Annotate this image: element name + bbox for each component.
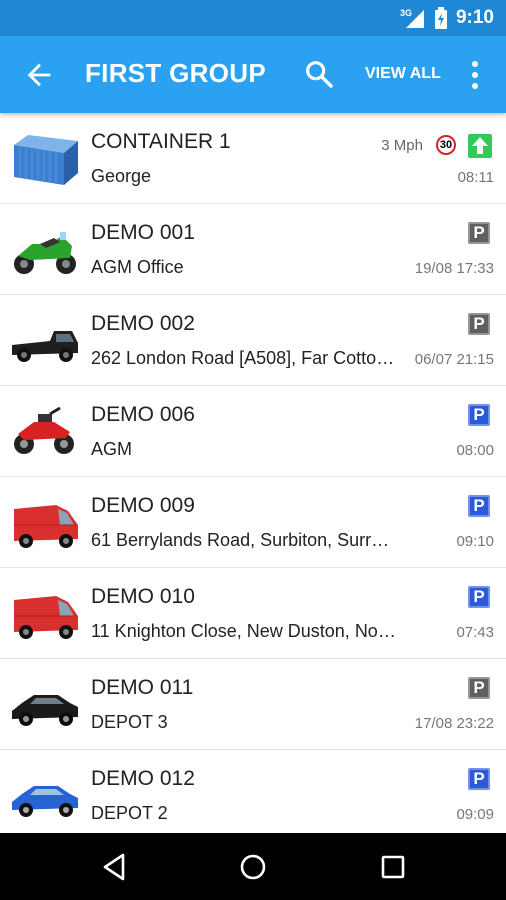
parked-badge-icon: P <box>468 313 490 335</box>
vehicle-time: 09:10 <box>456 533 494 550</box>
vehicle-location: 11 Knighton Close, New Duston, Northampt… <box>91 621 396 641</box>
arrow-back-icon[interactable] <box>22 58 56 92</box>
search-icon[interactable] <box>303 58 335 90</box>
vehicle-list: CONTAINER 1 George 3 Mph 30 08:11 DEMO 0… <box>0 113 506 833</box>
vehicle-row-container-1[interactable]: CONTAINER 1 George 3 Mph 30 08:11 <box>0 113 506 204</box>
speed-limit-value: 30 <box>439 139 453 151</box>
system-nav-bar <box>0 833 506 900</box>
status-bar: 3G 9:10 <box>0 0 506 36</box>
page-title: FIRST GROUP <box>85 58 266 88</box>
signal-3g-icon: 3G <box>400 8 424 28</box>
nav-recents-icon[interactable] <box>376 850 410 884</box>
vehicle-location: George <box>91 166 152 186</box>
app-bar: FIRST GROUP VIEW ALL <box>0 36 506 113</box>
vehicle-row-demo-002[interactable]: DEMO 002 262 London Road [A508], Far Cot… <box>0 295 506 386</box>
status-time: 9:10 <box>455 7 494 28</box>
vehicle-location: AGM <box>91 439 133 459</box>
vehicle-location: DEPOT 3 <box>91 712 168 732</box>
parked-badge-icon: P <box>468 768 490 790</box>
parked-badge-icon: P <box>468 586 490 608</box>
vehicle-location: 61 Berrylands Road, Surbiton, Surrey, En… <box>91 530 396 550</box>
parked-badge-icon: P <box>468 404 490 426</box>
vehicle-time: 08:11 <box>457 169 494 186</box>
vehicle-time: 06/07 21:15 <box>414 351 494 368</box>
vehicle-time: 09:09 <box>456 806 494 823</box>
vehicle-row-demo-001[interactable]: DEMO 001 AGM Office P 19/08 17:33 <box>0 204 506 295</box>
vehicle-row-demo-011[interactable]: DEMO 011 DEPOT 3 P 17/08 23:22 <box>0 659 506 750</box>
vehicle-name: CONTAINER 1 <box>91 130 231 153</box>
parked-badge-icon: P <box>468 495 490 517</box>
moving-arrow-icon <box>468 134 492 158</box>
motorcycle-icon <box>14 232 76 274</box>
blue-car-icon <box>12 786 78 817</box>
vehicle-speed: 3 Mph <box>381 137 423 154</box>
vehicle-row-demo-009[interactable]: DEMO 009 61 Berrylands Road, Surbiton, S… <box>0 477 506 568</box>
parked-badge-icon: P <box>468 222 490 244</box>
vehicle-name: DEMO 006 <box>91 403 195 426</box>
view-all-button[interactable]: VIEW ALL <box>365 65 441 83</box>
vehicle-name: DEMO 010 <box>91 585 195 608</box>
vehicle-name: DEMO 002 <box>91 312 195 335</box>
vehicle-location: DEPOT 2 <box>91 803 168 823</box>
vehicle-location: AGM Office <box>91 257 184 277</box>
van-icon <box>14 505 78 548</box>
quad-bike-icon <box>14 406 74 454</box>
vehicle-row-demo-010[interactable]: DEMO 010 11 Knighton Close, New Duston, … <box>0 568 506 659</box>
vehicle-name: DEMO 009 <box>91 494 195 517</box>
vehicle-row-demo-012[interactable]: DEMO 012 DEPOT 2 P 09:09 <box>0 750 506 833</box>
van-icon <box>14 596 78 639</box>
svg-text:3G: 3G <box>400 8 412 18</box>
battery-charging-icon <box>434 7 447 29</box>
vehicle-name: DEMO 001 <box>91 221 195 244</box>
vehicle-name: DEMO 012 <box>91 767 195 790</box>
pickup-truck-icon <box>12 331 78 362</box>
more-vert-icon[interactable] <box>463 56 487 94</box>
black-car-icon <box>12 695 78 726</box>
parked-badge-icon: P <box>468 677 490 699</box>
vehicle-time: 19/08 17:33 <box>414 260 494 277</box>
vehicle-time: 17/08 23:22 <box>414 715 494 732</box>
status-icons: 3G 9:10 <box>400 0 494 36</box>
vehicle-time: 07:43 <box>456 624 494 641</box>
vehicle-location: 262 London Road [A508], Far Cotton, Nort… <box>91 348 396 368</box>
vehicle-time: 08:00 <box>456 442 494 459</box>
shipping-container-icon <box>14 135 78 185</box>
vehicle-name: DEMO 011 <box>91 676 194 699</box>
vehicle-row-demo-006[interactable]: DEMO 006 AGM P 08:00 <box>0 386 506 477</box>
nav-home-icon[interactable] <box>236 850 270 884</box>
nav-back-icon[interactable] <box>98 850 132 884</box>
speed-limit-icon: 30 <box>436 135 456 155</box>
